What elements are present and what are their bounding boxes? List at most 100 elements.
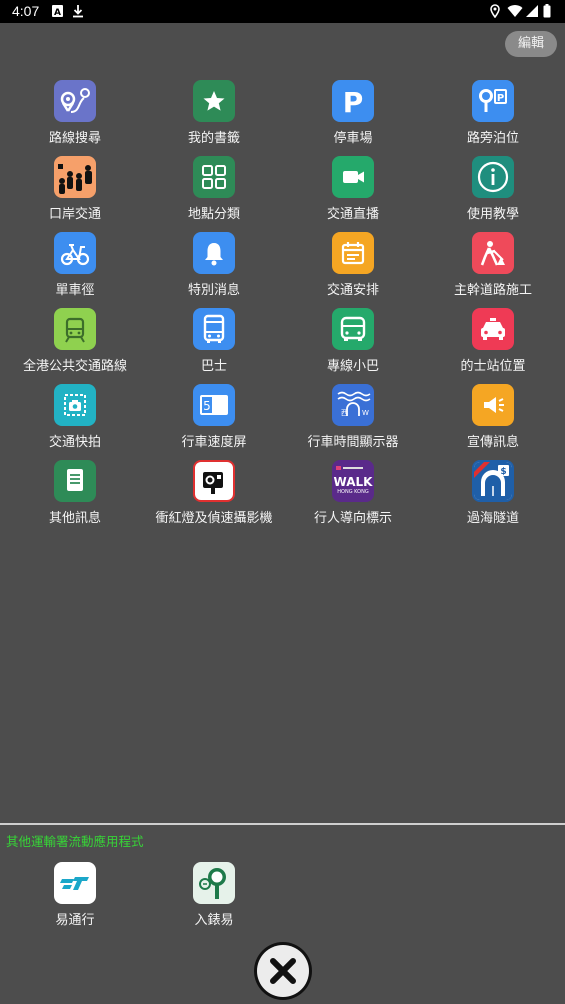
- route-search-icon: [54, 80, 96, 122]
- tile-car-park[interactable]: P 停車場: [283, 80, 423, 152]
- tile-traffic-arrangement[interactable]: 交通安排: [283, 232, 423, 304]
- walk-hong-kong-icon: WALK HONG KONG: [332, 460, 374, 502]
- svg-text:P: P: [343, 86, 364, 119]
- svg-text:A: A: [54, 8, 61, 18]
- tile-label: 路線搜尋: [48, 131, 101, 146]
- tile-label: 主幹道路施工: [453, 283, 532, 298]
- tile-label: 單車徑: [55, 283, 95, 298]
- tile-other-messages[interactable]: 其他訊息: [5, 460, 145, 532]
- tile-location-category[interactable]: 地點分類: [144, 156, 284, 228]
- tile-label: 行人導向標示: [313, 511, 392, 526]
- tile-label: 交通直播: [326, 207, 379, 222]
- cellular-signal-icon: [526, 5, 538, 17]
- tile-label: 宣傳訊息: [466, 435, 519, 450]
- tile-traffic-live[interactable]: 交通直播: [283, 156, 423, 228]
- tile-green-minibus[interactable]: 專線小巴: [283, 308, 423, 380]
- tile-label: 使用教學: [466, 207, 519, 222]
- tile-label: 地點分類: [187, 207, 240, 222]
- svg-text:$: $: [500, 467, 506, 477]
- tile-journey-time-indicator[interactable]: 西W 行車時間顯示器: [283, 384, 423, 456]
- tile-route-search[interactable]: 路線搜尋: [5, 80, 145, 152]
- status-bar: 4:07 A: [0, 0, 565, 23]
- hkemeter-icon: [193, 862, 235, 904]
- tile-taxi-stand[interactable]: 的士站位置: [423, 308, 563, 380]
- video-camera-icon: [332, 156, 374, 198]
- harbour-tunnel-icon: $: [472, 460, 514, 502]
- info-icon: [472, 156, 514, 198]
- tile-label: 特別消息: [187, 283, 240, 298]
- battery-icon: [543, 4, 551, 18]
- tile-pedestrian-wayfinding[interactable]: WALK HONG KONG 行人導向標示: [283, 460, 423, 532]
- tile-traffic-snapshot[interactable]: 交通快拍: [5, 384, 145, 456]
- tile-promotion-message[interactable]: 宣傳訊息: [423, 384, 563, 456]
- document-icon: [54, 460, 96, 502]
- tile-label: 入錶易: [194, 913, 234, 928]
- tile-label: 全港公共交通路線: [22, 359, 127, 374]
- edit-button[interactable]: 編輯: [505, 31, 557, 57]
- minibus-icon: [332, 308, 374, 350]
- tile-label: 專線小巴: [326, 359, 379, 374]
- tile-label: 停車場: [333, 131, 373, 146]
- tile-label: 口岸交通: [48, 207, 101, 222]
- tile-label: 衝紅燈及偵速攝影機: [155, 511, 273, 526]
- train-icon: [54, 308, 96, 350]
- tile-cross-harbour-tunnel[interactable]: $ 過海隧道: [423, 460, 563, 532]
- tile-boundary-crossing[interactable]: 口岸交通: [5, 156, 145, 228]
- tile-bookmarks[interactable]: 我的書籤: [144, 80, 284, 152]
- speed-screen-icon: 5: [193, 384, 235, 426]
- tile-major-road-works[interactable]: 主幹道路施工: [423, 232, 563, 304]
- walk-logo-subtext: HONG KONG: [337, 489, 369, 495]
- snapshot-camera-icon: [54, 384, 96, 426]
- tile-label: 交通安排: [326, 283, 379, 298]
- road-works-icon: [472, 232, 514, 274]
- tile-user-guide[interactable]: 使用教學: [423, 156, 563, 228]
- taxi-icon: [472, 308, 514, 350]
- bus-icon: [193, 308, 235, 350]
- calendar-icon: [332, 232, 374, 274]
- close-button[interactable]: [254, 942, 312, 1000]
- tile-label: 交通快拍: [48, 435, 101, 450]
- bell-icon: [193, 232, 235, 274]
- tile-label: 路旁泊位: [466, 131, 519, 146]
- tile-hktolls[interactable]: 易通行: [5, 862, 145, 934]
- status-time: 4:07: [12, 3, 40, 19]
- tile-cycle-track[interactable]: 單車徑: [5, 232, 145, 304]
- star-icon: [193, 80, 235, 122]
- border-crossing-icon: [54, 156, 96, 198]
- download-icon: [73, 5, 83, 18]
- tile-hkemeter[interactable]: 入錶易: [144, 862, 284, 934]
- notification-a-icon: A: [52, 5, 63, 18]
- other-apps-title: 其他運輸署流動應用程式: [6, 834, 144, 849]
- svg-text:西: 西: [341, 409, 348, 417]
- walk-logo-text: WALK: [334, 475, 374, 489]
- tile-label: 的士站位置: [460, 359, 526, 374]
- close-icon: [257, 945, 309, 997]
- location-icon: [490, 4, 500, 18]
- tile-red-light-speed-camera[interactable]: 衝紅燈及偵速攝影機: [144, 460, 284, 532]
- category-grid-icon: [193, 156, 235, 198]
- svg-text:5: 5: [203, 399, 211, 413]
- tile-public-transport-routes[interactable]: 全港公共交通路線: [5, 308, 145, 380]
- red-light-camera-icon: [193, 460, 235, 502]
- tile-label: 行車速度屏: [181, 435, 247, 450]
- tile-special-news[interactable]: 特別消息: [144, 232, 284, 304]
- section-divider: [0, 823, 565, 825]
- tile-label: 行車時間顯示器: [307, 435, 399, 450]
- journey-time-icon: 西W: [332, 384, 374, 426]
- parking-icon: P: [332, 80, 374, 122]
- wifi-icon: [507, 5, 523, 18]
- megaphone-icon: [472, 384, 514, 426]
- hktolls-icon: [54, 862, 96, 904]
- tile-label: 過海隧道: [466, 511, 519, 526]
- tile-label: 我的書籤: [187, 131, 240, 146]
- svg-text:P: P: [497, 93, 504, 104]
- tile-label: 巴士: [200, 359, 227, 374]
- tile-on-street-parking[interactable]: P 路旁泊位: [423, 80, 563, 152]
- bicycle-icon: [54, 232, 96, 274]
- parking-meter-icon: P: [472, 80, 514, 122]
- tile-bus[interactable]: 巴士: [144, 308, 284, 380]
- tile-label: 其他訊息: [48, 511, 101, 526]
- tile-label: 易通行: [55, 913, 95, 928]
- tile-speed-map-panel[interactable]: 5 行車速度屏: [144, 384, 284, 456]
- svg-text:W: W: [362, 409, 369, 417]
